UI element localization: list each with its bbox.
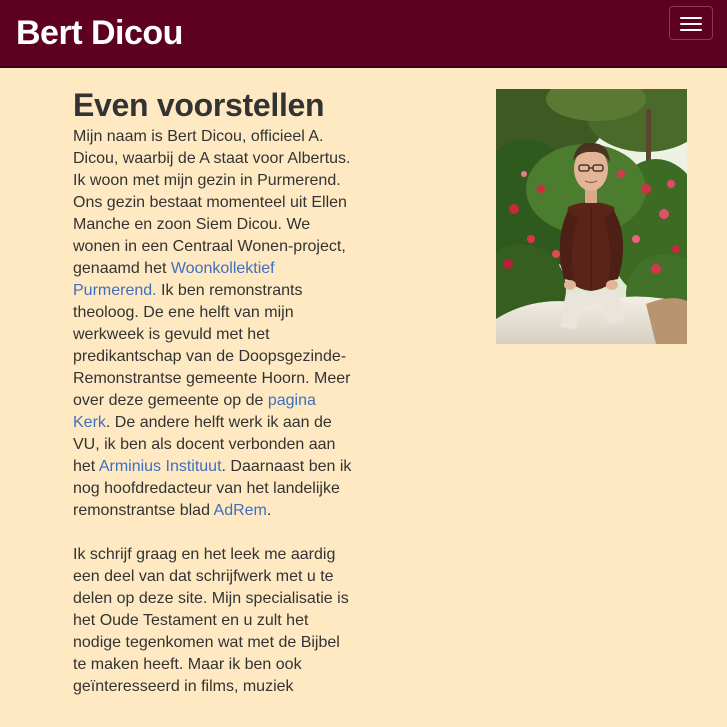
intro-paragraph: Mijn naam is Bert Dicou, officieel A. Di…	[73, 126, 353, 522]
brand-link[interactable]: Bert Dicou	[16, 13, 183, 53]
portrait-photo	[496, 89, 687, 344]
page-title: Even voorstellen	[73, 87, 325, 123]
navbar: Bert Dicou	[0, 0, 727, 68]
writing-paragraph: Ik schrijf graag en het leek me aardig e…	[73, 546, 349, 695]
arminius-instituut-link[interactable]: Arminius Instituut	[99, 458, 222, 475]
adrem-link[interactable]: AdRem	[214, 502, 267, 519]
intro-text-3: Ik ben remonstrants theoloog. De ene hel…	[73, 282, 351, 409]
menu-toggle-button[interactable]	[669, 6, 713, 40]
intro-text-6: .	[266, 502, 272, 519]
main-content: Even voorstellen Mijn naam is Bert Dicou…	[73, 86, 353, 698]
intro-text-1: Mijn naam is Bert Dicou, officieel A. Di…	[73, 128, 351, 167]
